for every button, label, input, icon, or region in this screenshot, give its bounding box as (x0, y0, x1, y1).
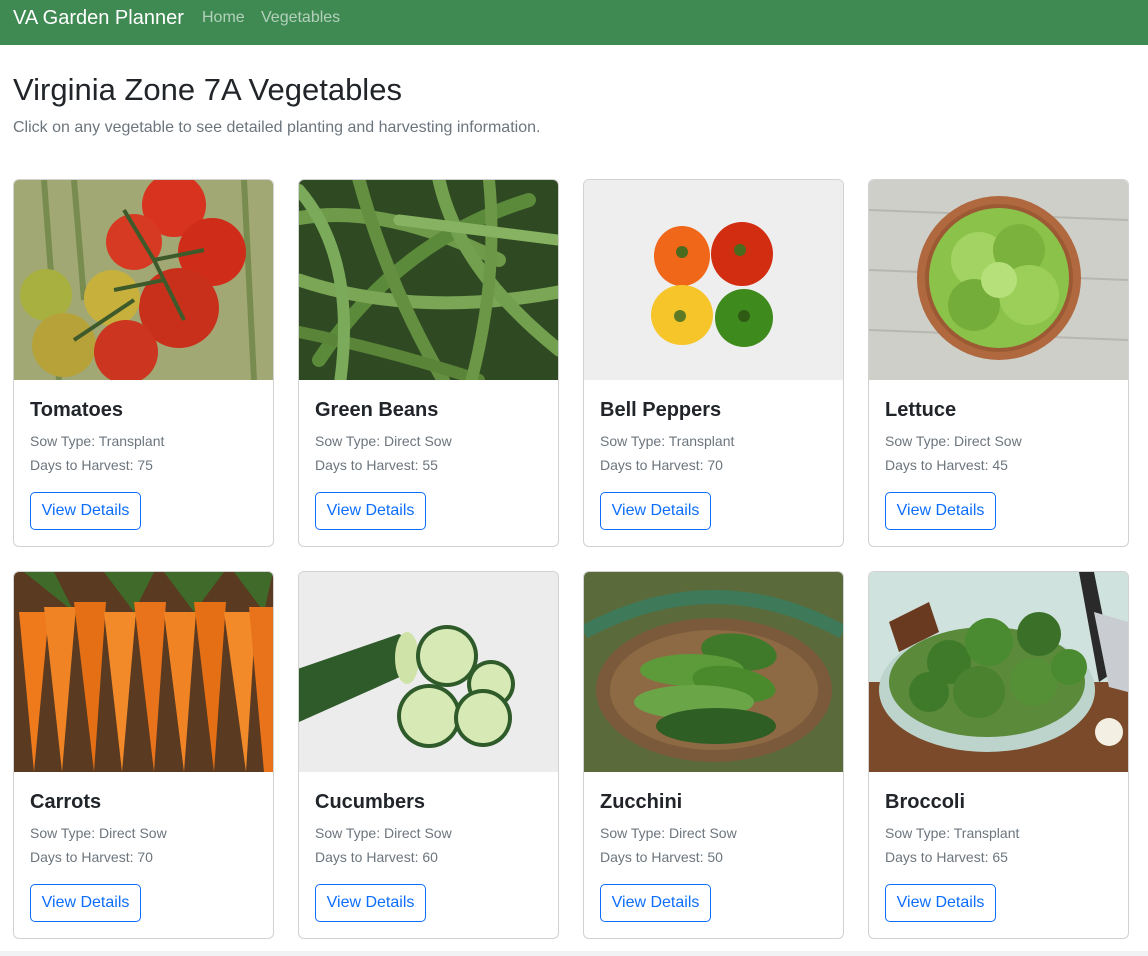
sow-type: Sow Type: Direct Sow (30, 825, 167, 841)
card-title: Green Beans (315, 399, 439, 421)
card-title: Tomatoes (30, 399, 123, 421)
vegetable-card-bell-peppers[interactable]: Bell Peppers Sow Type: Transplant Days t… (583, 179, 844, 547)
lettuce-image[interactable] (869, 180, 1128, 380)
vegetable-card-lettuce[interactable]: Lettuce Sow Type: Direct Sow Days to Har… (868, 179, 1129, 547)
vegetable-card-broccoli[interactable]: Broccoli Sow Type: Transplant Days to Ha… (868, 571, 1129, 939)
days-to-harvest: Days to Harvest: 65 (885, 849, 1008, 865)
sow-type: Sow Type: Direct Sow (600, 825, 737, 841)
days-to-harvest: Days to Harvest: 50 (600, 849, 723, 865)
sow-type: Sow Type: Transplant (600, 433, 735, 449)
sow-type: Sow Type: Direct Sow (885, 433, 1022, 449)
vegetable-card-carrots[interactable]: Carrots Sow Type: Direct Sow Days to Har… (13, 571, 274, 939)
zucchini-image[interactable] (584, 572, 843, 772)
days-to-harvest: Days to Harvest: 75 (30, 457, 153, 473)
horizontal-scrollbar[interactable] (0, 951, 1148, 956)
sow-type: Sow Type: Transplant (30, 433, 165, 449)
view-details-button[interactable]: View Details (600, 884, 711, 922)
vegetable-card-tomatoes[interactable]: Tomatoes Sow Type: Transplant Days to Ha… (13, 179, 274, 547)
view-details-button[interactable]: View Details (885, 492, 996, 530)
card-title: Lettuce (885, 399, 957, 421)
view-details-button[interactable]: View Details (30, 492, 141, 530)
bell-peppers-image[interactable] (584, 180, 843, 380)
card-title: Cucumbers (315, 791, 426, 813)
card-title: Carrots (30, 791, 102, 813)
broccoli-image[interactable] (869, 572, 1128, 772)
navbar: VA Garden Planner Home Vegetables (0, 0, 1148, 45)
vegetable-card-green-beans[interactable]: Green Beans Sow Type: Direct Sow Days to… (298, 179, 559, 547)
page-title: Virginia Zone 7A Vegetables (13, 72, 402, 107)
view-details-button[interactable]: View Details (885, 884, 996, 922)
days-to-harvest: Days to Harvest: 55 (315, 457, 438, 473)
sow-type: Sow Type: Direct Sow (315, 825, 452, 841)
sow-type: Sow Type: Transplant (885, 825, 1020, 841)
nav-link-vegetables[interactable]: Vegetables (261, 9, 340, 27)
nav-link-home[interactable]: Home (202, 9, 245, 27)
card-title: Broccoli (885, 791, 966, 813)
vegetable-card-cucumbers[interactable]: Cucumbers Sow Type: Direct Sow Days to H… (298, 571, 559, 939)
days-to-harvest: Days to Harvest: 60 (315, 849, 438, 865)
brand-link[interactable]: VA Garden Planner (13, 6, 184, 30)
vegetable-card-zucchini[interactable]: Zucchini Sow Type: Direct Sow Days to Ha… (583, 571, 844, 939)
card-title: Bell Peppers (600, 399, 722, 421)
days-to-harvest: Days to Harvest: 70 (30, 849, 153, 865)
page-subtitle: Click on any vegetable to see detailed p… (13, 119, 541, 136)
days-to-harvest: Days to Harvest: 70 (600, 457, 723, 473)
cucumbers-image[interactable] (299, 572, 558, 772)
view-details-button[interactable]: View Details (315, 884, 426, 922)
card-title: Zucchini (600, 791, 683, 813)
sow-type: Sow Type: Direct Sow (315, 433, 452, 449)
view-details-button[interactable]: View Details (600, 492, 711, 530)
view-details-button[interactable]: View Details (30, 884, 141, 922)
carrots-image[interactable] (14, 572, 273, 772)
green-beans-image[interactable] (299, 180, 558, 380)
days-to-harvest: Days to Harvest: 45 (885, 457, 1008, 473)
tomatoes-image[interactable] (14, 180, 273, 380)
view-details-button[interactable]: View Details (315, 492, 426, 530)
